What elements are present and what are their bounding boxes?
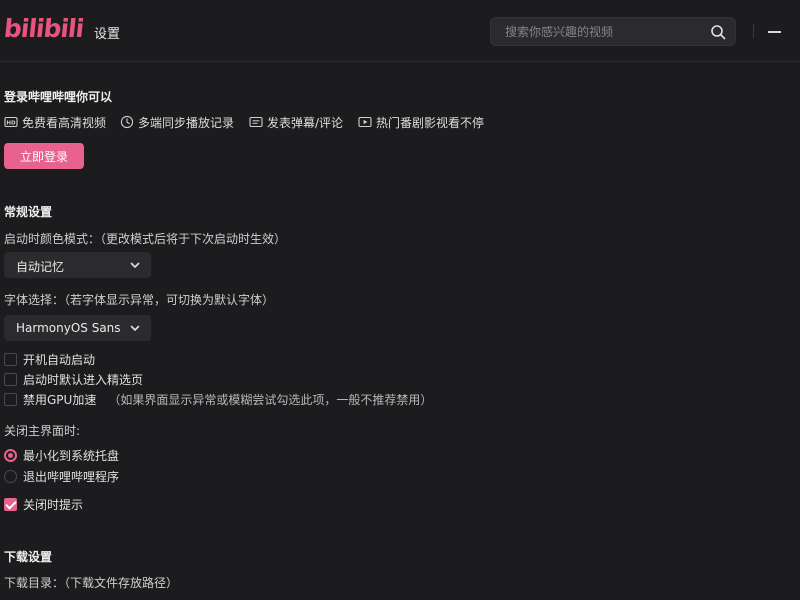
play-icon (358, 116, 372, 128)
option-label: 最小化到系统托盘 (23, 448, 120, 463)
close-prompt-option[interactable]: 关闭时提示 (4, 496, 83, 512)
benefit-anime-movies: 热门番剧影视看不停 (358, 114, 484, 130)
search-box[interactable] (490, 17, 736, 46)
chevron-down-icon (130, 325, 140, 331)
option-label: 关闭时提示 (23, 497, 84, 512)
search-icon[interactable] (710, 24, 726, 40)
title-bar: bilibili 设置 (0, 0, 800, 62)
minimize-to-tray-option[interactable]: 最小化到系统托盘 (4, 447, 119, 463)
clock-icon (120, 115, 134, 129)
general-settings-title: 常规设置 (4, 205, 53, 219)
default-featured-checkbox[interactable] (4, 372, 17, 386)
benefit-label: 热门番剧影视看不停 (376, 115, 485, 130)
option-label: 启动时默认进入精选页 (23, 372, 144, 387)
font-label: 字体选择：（若字体显示异常，可切换为默认字体） (4, 293, 275, 307)
font-select[interactable]: HarmonyOS Sans (4, 315, 151, 341)
login-section-title: 登录哔哩哔哩你可以 (4, 90, 113, 104)
hd-icon: HD (4, 116, 18, 128)
comment-icon (249, 116, 263, 128)
svg-text:HD: HD (6, 121, 16, 127)
page-title: 设置 (94, 27, 121, 42)
color-mode-select[interactable]: 自动记忆 (4, 252, 151, 278)
font-value: HarmonyOS Sans (16, 321, 121, 335)
benefit-sync-history: 多端同步播放记录 (120, 114, 234, 130)
title-bar-divider (753, 24, 754, 38)
disable-gpu-checkbox[interactable] (4, 392, 17, 406)
download-settings-title: 下载设置 (4, 550, 53, 564)
chevron-down-icon (130, 262, 140, 268)
benefit-hd-video: HD 免费看高清视频 (4, 114, 106, 130)
exit-program-radio[interactable] (4, 469, 17, 483)
color-mode-label: 启动时颜色模式：（更改模式后将于下次启动时生效） (4, 232, 287, 246)
close-behavior-label: 关闭主界面时: (4, 424, 81, 438)
search-input[interactable] (505, 24, 705, 40)
login-button[interactable]: 立即登录 (4, 143, 84, 169)
option-label: 禁用GPU加速 (23, 392, 97, 407)
default-featured-option[interactable]: 启动时默认进入精选页 (4, 371, 143, 387)
disable-gpu-option[interactable]: 禁用GPU加速 （如果界面显示异常或模糊尝试勾选此项，一般不推荐禁用） (4, 391, 432, 407)
download-dir-label: 下载目录：（下载文件存放路径） (4, 576, 179, 590)
benefit-label: 免费看高清视频 (22, 115, 107, 130)
option-label: 退出哔哩哔哩程序 (23, 469, 120, 484)
color-mode-value: 自动记忆 (16, 260, 65, 274)
bilibili-logo[interactable]: bilibili (2, 14, 84, 43)
option-hint: （如果界面显示异常或模糊尝试勾选此项，一般不推荐禁用） (108, 392, 433, 407)
benefit-danmaku-comment: 发表弹幕/评论 (249, 114, 343, 130)
close-prompt-checkbox[interactable] (4, 497, 17, 511)
autostart-checkbox[interactable] (4, 352, 17, 366)
benefit-label: 发表弹幕/评论 (267, 115, 344, 130)
minimize-button[interactable] (762, 20, 786, 42)
exit-program-option[interactable]: 退出哔哩哔哩程序 (4, 468, 119, 484)
autostart-option[interactable]: 开机自动启动 (4, 351, 95, 367)
option-label: 开机自动启动 (23, 352, 96, 367)
minimize-to-tray-radio[interactable] (4, 448, 17, 462)
benefit-label: 多端同步播放记录 (138, 115, 235, 130)
